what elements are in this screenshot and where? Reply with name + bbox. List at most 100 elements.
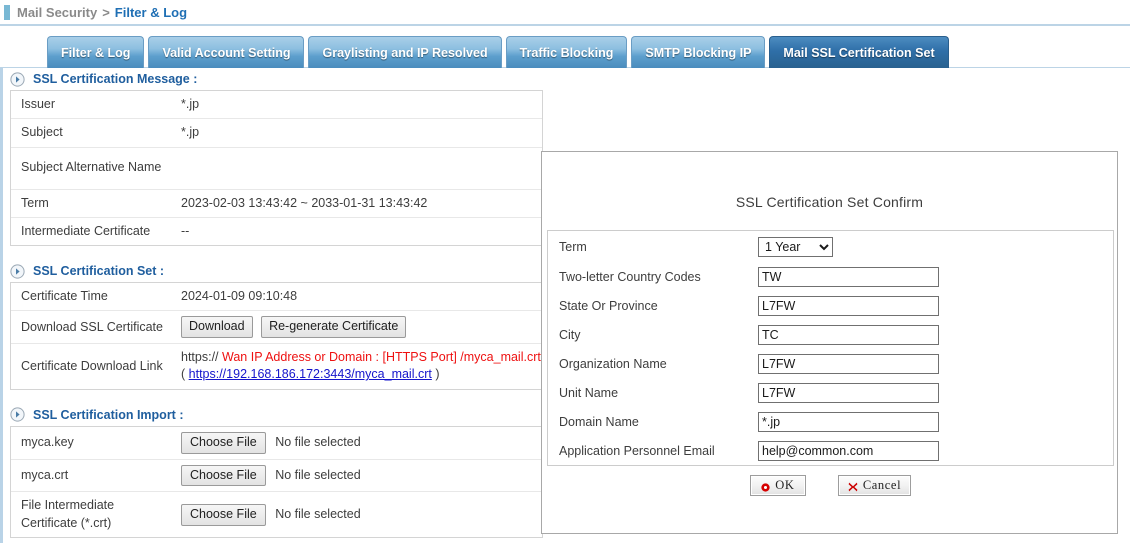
field-control	[758, 266, 1113, 287]
form-row-country-code: Two-letter Country Codes	[548, 262, 1113, 291]
row-value: --	[181, 223, 190, 238]
organization-name-input[interactable]	[758, 353, 939, 374]
row-label: Subject	[21, 125, 63, 140]
table-row: Certificate Time 2024-01-09 09:10:48	[11, 283, 542, 312]
city-input[interactable]	[758, 324, 939, 345]
section-title: SSL Certification Message :	[33, 72, 198, 86]
form-row-city: City	[548, 320, 1113, 349]
tab-smtp-blocking-ip[interactable]: SMTP Blocking IP	[631, 36, 766, 68]
dialog-title: SSL Certification Set Confirm	[735, 194, 924, 210]
row-value: Choose File No file selected	[175, 499, 542, 531]
dialog-action-bar: OK Cancel	[542, 475, 1119, 496]
download-link-template: https:// Wan IP Address or Domain : [HTT…	[181, 349, 541, 366]
row-label: File Intermediate Certificate (*.crt)	[21, 498, 115, 530]
tab-filter-and-log[interactable]: Filter & Log	[47, 36, 145, 68]
row-value: Choose File No file selected	[175, 460, 542, 492]
row-label: Download SSL Certificate	[21, 319, 163, 334]
paren-open: (	[181, 367, 189, 382]
field-control	[758, 440, 1113, 461]
row-value: *.jp	[181, 125, 200, 140]
ok-button[interactable]: OK	[749, 475, 806, 496]
paren-close: )	[431, 367, 440, 382]
certificate-download-link[interactable]: https://192.168.186.172:3443/myca_mail.c…	[189, 367, 432, 381]
row-label: Term	[21, 195, 49, 210]
row-label: Certificate Download Link	[21, 358, 163, 373]
breadcrumb-accent-bar	[4, 5, 10, 20]
field-control	[758, 382, 1113, 403]
state-or-province-input[interactable]	[758, 295, 939, 316]
ok-button-label: OK	[775, 478, 795, 492]
regenerate-certificate-button[interactable]: Re-generate Certificate	[261, 316, 407, 339]
file-status-intermediate-certificate: No file selected	[275, 506, 361, 521]
domain-name-input[interactable]	[758, 411, 939, 432]
dialog-form-table: Term 1 Year 2 Years 3 Years 5 Years 10 Y…	[547, 230, 1114, 466]
download-button[interactable]: Download	[181, 316, 253, 339]
row-value: 2023-02-03 13:43:42 ~ 2033-01-31 13:43:4…	[181, 195, 428, 210]
row-value: Choose File No file selected	[175, 427, 542, 459]
chevron-right-circle-icon	[10, 71, 25, 87]
cancel-button[interactable]: Cancel	[837, 475, 912, 496]
form-row-unit-name: Unit Name	[548, 378, 1113, 407]
row-label: Subject Alternative Name	[21, 160, 162, 175]
table-row: Subject Alternative Name	[11, 148, 542, 190]
row-value: Download Re-generate Certificate	[175, 311, 542, 343]
tab-graylisting-and-ip-resolved[interactable]: Graylisting and IP Resolved	[308, 36, 502, 68]
row-label: Certificate Time	[21, 289, 108, 303]
table-row: Download SSL Certificate Download Re-gen…	[11, 311, 542, 345]
form-row-organization-name: Organization Name	[548, 349, 1113, 378]
certificate-download-link-value: https:// Wan IP Address or Domain : [HTT…	[175, 344, 542, 389]
file-status-myca-crt: No file selected	[275, 467, 361, 482]
ssl-certification-message-table: Issuer *.jp Subject *.jp Subject Alterna…	[10, 90, 543, 246]
row-value	[175, 163, 542, 173]
form-row-domain-name: Domain Name	[548, 407, 1113, 436]
app-window: Mail Security > Filter & Log Filter & Lo…	[0, 0, 1130, 543]
form-row-term: Term 1 Year 2 Years 3 Years 5 Years 10 Y…	[548, 231, 1113, 262]
cancel-button-label: Cancel	[862, 478, 902, 492]
section-title: SSL Certification Set :	[33, 264, 165, 278]
table-row: myca.crt Choose File No file selected	[11, 460, 542, 493]
row-label: myca.key	[21, 434, 74, 449]
chevron-right-circle-icon	[10, 407, 25, 422]
section-header-ssl-certification-message[interactable]: SSL Certification Message :	[3, 68, 1125, 90]
row-label: myca.crt	[21, 467, 69, 482]
table-row: Certificate Download Link https:// Wan I…	[11, 344, 542, 390]
tab-bar: Filter & Log Valid Account Setting Grayl…	[47, 36, 949, 68]
ssl-certification-set-confirm-dialog: SSL Certification Set Confirm Term 1 Yea…	[541, 151, 1118, 534]
section-title: SSL Certification Import :	[33, 407, 184, 422]
link-scheme: https://	[181, 350, 219, 365]
ssl-certification-set-table: Certificate Time 2024-01-09 09:10:48 Dow…	[10, 282, 543, 390]
table-row: Subject *.jp	[11, 119, 542, 148]
row-label: Intermediate Certificate	[21, 223, 151, 238]
breadcrumb-current[interactable]: Filter & Log	[115, 5, 187, 20]
choose-file-button-intermediate-certificate[interactable]: Choose File	[181, 503, 266, 526]
field-label: State Or Province	[559, 298, 658, 313]
breadcrumb-root[interactable]: Mail Security	[17, 5, 97, 20]
application-personnel-email-input[interactable]	[758, 440, 939, 461]
field-control: 1 Year 2 Years 3 Years 5 Years 10 Years	[758, 236, 1113, 257]
field-label: Domain Name	[559, 414, 639, 429]
field-label: Unit Name	[559, 385, 619, 400]
file-status-myca-key: No file selected	[275, 434, 361, 449]
field-control	[758, 411, 1113, 432]
ssl-certification-import-table: myca.key Choose File No file selected my…	[10, 425, 543, 538]
breadcrumb: Mail Security > Filter & Log	[0, 0, 1130, 25]
choose-file-button-myca-key[interactable]: Choose File	[181, 431, 266, 454]
download-link-actual-wrapper: ( https://192.168.186.172:3443/myca_mail…	[181, 366, 536, 383]
table-row: myca.key Choose File No file selected	[11, 427, 542, 460]
country-code-input[interactable]	[758, 266, 939, 287]
field-control	[758, 295, 1113, 316]
tab-traffic-blocking[interactable]: Traffic Blocking	[505, 36, 628, 68]
field-label: Two-letter Country Codes	[559, 269, 701, 284]
unit-name-input[interactable]	[758, 382, 939, 403]
field-label: City	[559, 327, 581, 342]
row-value: *.jp	[181, 97, 200, 111]
tab-valid-account-setting[interactable]: Valid Account Setting	[148, 36, 305, 68]
tab-mail-ssl-certification-set[interactable]: Mail SSL Certification Set	[769, 36, 949, 68]
term-select[interactable]: 1 Year 2 Years 3 Years 5 Years 10 Years	[758, 236, 833, 257]
link-host-placeholder: Wan IP Address or Domain : [HTTPS Port]	[218, 350, 461, 365]
field-label: Organization Name	[559, 356, 667, 371]
certificate-time-value: 2024-01-09 09:10:48	[181, 289, 298, 303]
table-row: File Intermediate Certificate (*.crt) Ch…	[11, 492, 542, 538]
choose-file-button-myca-crt[interactable]: Choose File	[181, 464, 266, 487]
form-row-application-personnel-email: Application Personnel Email	[548, 436, 1113, 465]
